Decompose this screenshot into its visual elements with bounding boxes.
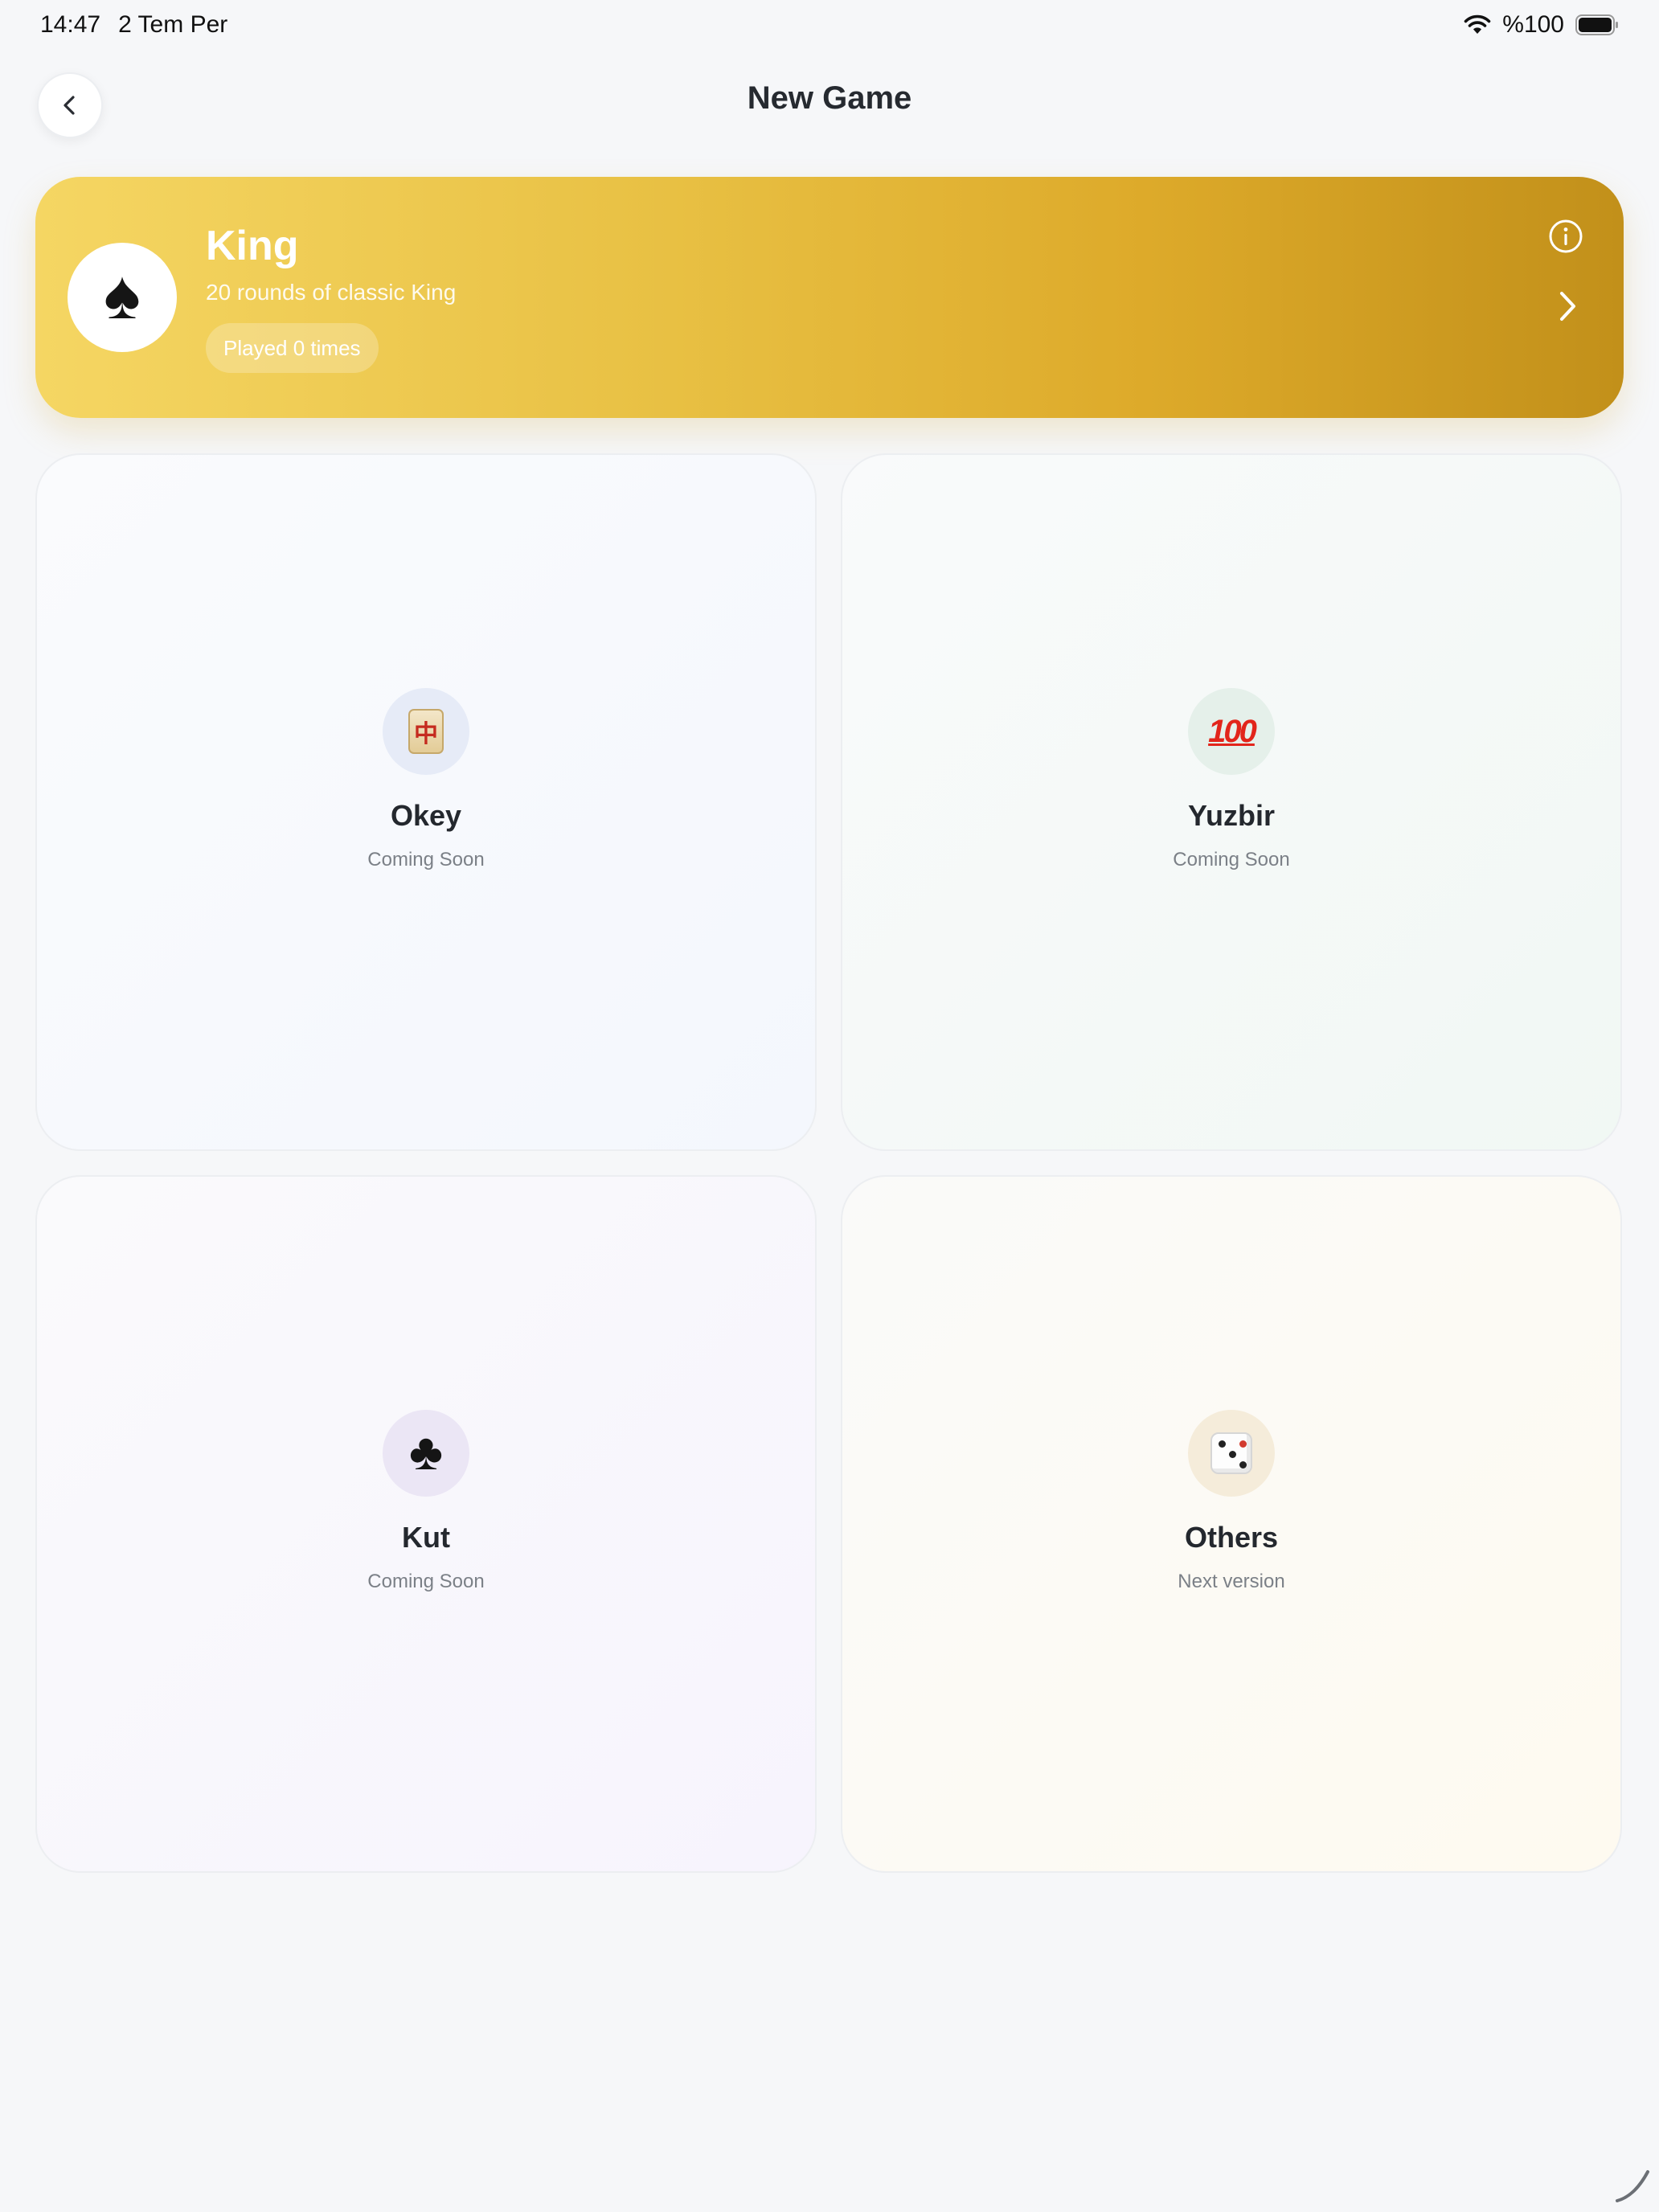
others-game-card[interactable]: Others Next version: [841, 1175, 1622, 1873]
game-icon-wrap: 100: [1188, 688, 1275, 775]
king-avatar: ♠: [68, 243, 177, 352]
club-suit-icon: ♣: [409, 1423, 443, 1481]
battery-icon: [1575, 14, 1618, 35]
game-icon-wrap: 中: [383, 688, 469, 775]
king-subtitle: 20 rounds of classic King: [206, 280, 457, 305]
king-title: King: [206, 223, 299, 269]
page-title: New Game: [747, 80, 912, 116]
king-game-card[interactable]: ♠ King 20 rounds of classic King Played …: [35, 177, 1624, 418]
game-status: Coming Soon: [367, 1571, 485, 1592]
dice-icon: [1210, 1432, 1252, 1474]
status-time: 14:47: [40, 11, 101, 38]
status-date: 2 Tem Per: [118, 11, 228, 38]
home-indicator-icon: [1616, 2170, 1649, 2202]
okey-game-card[interactable]: 中 Okey Coming Soon: [35, 453, 817, 1151]
game-name: Others: [1184, 1521, 1279, 1554]
kut-game-card[interactable]: ♣ Kut Coming Soon: [35, 1175, 817, 1873]
game-name: Kut: [402, 1521, 450, 1554]
mahjong-tile-icon: 中: [408, 709, 444, 754]
game-name: Yuzbir: [1187, 799, 1276, 832]
wifi-icon: [1464, 14, 1491, 34]
game-icon-wrap: ♣: [383, 1410, 469, 1497]
status-right: %100: [1464, 11, 1619, 39]
yuzbir-game-card[interactable]: 100 Yuzbir Coming Soon: [841, 453, 1622, 1151]
new-game-screen: 14:47 2 Tem Per %100 New Game ♠ King 20 …: [0, 0, 1659, 2212]
status-left: 14:47 2 Tem Per: [40, 11, 227, 39]
battery-percent: %100: [1502, 11, 1564, 38]
game-name: Okey: [390, 799, 462, 832]
status-bar: 14:47 2 Tem Per %100: [0, 0, 1659, 51]
spade-suit-icon: ♠: [104, 256, 141, 334]
game-icon-wrap: [1188, 1410, 1275, 1497]
info-icon[interactable]: [1548, 219, 1583, 254]
played-count-badge: Played 0 times: [206, 323, 379, 373]
chevron-right-icon: [1560, 292, 1575, 321]
game-status: Next version: [1178, 1571, 1285, 1592]
hundred-points-icon: 100: [1208, 713, 1257, 749]
game-status: Coming Soon: [367, 849, 485, 870]
game-status: Coming Soon: [1173, 849, 1290, 870]
